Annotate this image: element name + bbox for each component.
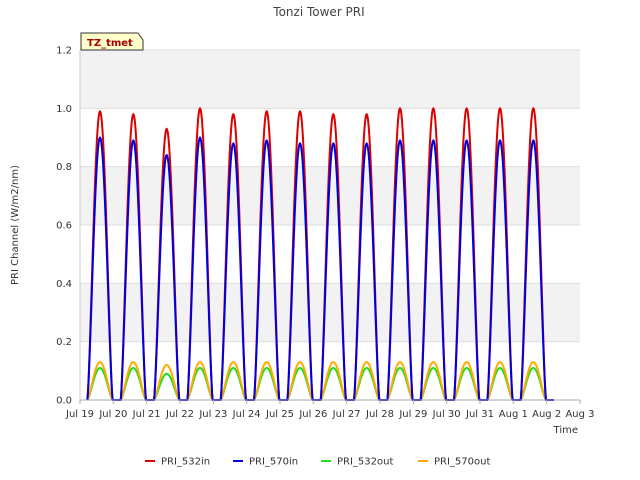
x-tick-label: Jul 24 [232,409,261,420]
y-tick-label: 0.6 [56,221,72,232]
x-tick-label: Aug 3 [565,409,594,420]
x-tick-label: Jul 29 [398,409,427,420]
y-tick-label: 0.8 [56,162,72,173]
chart-title: Tonzi Tower PRI [272,5,364,19]
legend-label: PRI_532in [161,457,210,468]
legend: PRI_532in PRI_570in PRI_532out PRI_570out [145,457,490,468]
y-tick-label: 1.2 [56,46,72,57]
y-tick-label: 0.2 [56,337,72,348]
x-tick-label: Jul 27 [332,409,361,420]
y-tick-label: 1.0 [56,104,72,115]
x-axis-title: Time [553,425,578,436]
badge-label: TZ_tmet [87,38,133,49]
x-tick-label: Jul 28 [365,409,394,420]
x-tick-label: Jul 26 [298,409,327,420]
x-tick-label: Jul 21 [132,409,161,420]
x-tick-label: Jul 31 [465,409,494,420]
station-badge: TZ_tmet [80,32,144,51]
legend-label: PRI_532out [337,457,393,468]
legend-label: PRI_570in [249,457,298,468]
background-band [80,283,580,342]
background-band [80,50,580,109]
x-tick-label: Aug 2 [532,409,561,420]
legend-label: PRI_570out [434,457,490,468]
x-tick-label: Aug 1 [499,409,528,420]
y-tick-label: 0.0 [56,396,72,407]
pri-line-chart: 0.0 0.2 0.4 0.6 0.8 1.0 1.2 Jul 19 Jul 20 Jul 21 J… [10,5,595,468]
y-axis-title: PRI Channel (W/m2/nm) [10,165,21,285]
x-tick-label: Jul 20 [98,409,127,420]
x-tick-label: Jul 30 [432,409,461,420]
y-tick-label: 0.4 [56,279,72,290]
x-tick-label: Jul 25 [265,409,294,420]
x-tick-label: Jul 23 [198,409,227,420]
x-tick-label: Jul 19 [65,409,94,420]
background-band [80,225,580,284]
x-tick-label: Jul 22 [165,409,194,420]
